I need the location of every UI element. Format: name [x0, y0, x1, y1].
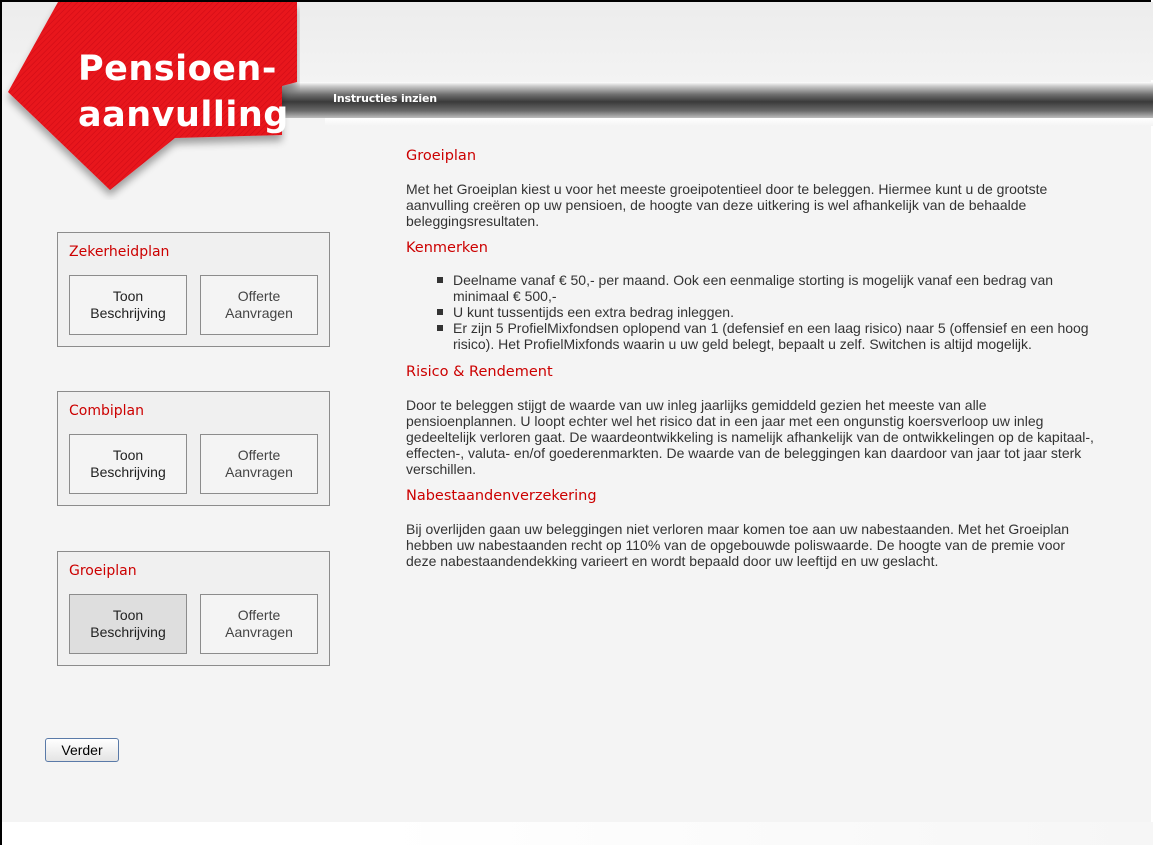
bullet-icon [437, 309, 443, 315]
header-bar [170, 82, 1153, 118]
header-underline [325, 118, 1153, 126]
logo-line-1: Pensioen- [78, 49, 277, 89]
plan-title: Groeiplan [69, 563, 137, 579]
list-item: U kunt tussentijds een extra bedrag inle… [437, 304, 1096, 320]
features-list: Deelname vanaf € 50,- per maand. Ook een… [406, 272, 1096, 352]
plan-title: Zekerheidplan [69, 244, 170, 260]
logo-line-2: aanvulling [78, 95, 289, 135]
show-description-button[interactable]: Toon Beschrijving [69, 434, 187, 494]
button-label: Offerte Aanvragen [225, 288, 293, 321]
request-quote-button[interactable]: Offerte Aanvragen [200, 275, 318, 335]
plan-description: Groeiplan Met het Groeiplan kiest u voor… [406, 145, 1096, 569]
instructions-link[interactable]: Instructies inzien [333, 92, 437, 105]
logo-text: Pensioen- aanvulling [78, 46, 289, 138]
list-item: Er zijn 5 ProfielMixfondsen oplopend van… [437, 320, 1096, 352]
survivor-heading: Nabestaandenverzekering [406, 488, 597, 504]
bottom-strip [2, 822, 1153, 845]
list-item-text: Er zijn 5 ProfielMixfondsen oplopend van… [453, 320, 1089, 352]
plan-title: Combiplan [69, 403, 144, 419]
risk-text: Door te beleggen stijgt de waarde van uw… [406, 397, 1094, 477]
button-label: Toon Beschrijving [90, 607, 166, 640]
logo: Pensioen- aanvulling [0, 0, 300, 200]
show-description-button[interactable]: Toon Beschrijving [69, 275, 187, 335]
list-item-text: Deelname vanaf € 50,- per maand. Ook een… [453, 272, 1054, 304]
list-item: Deelname vanaf € 50,- per maand. Ook een… [437, 272, 1096, 304]
request-quote-button[interactable]: Offerte Aanvragen [200, 434, 318, 494]
list-item-text: U kunt tussentijds een extra bedrag inle… [453, 304, 734, 320]
request-quote-button[interactable]: Offerte Aanvragen [200, 594, 318, 654]
bullet-icon [437, 277, 443, 283]
show-description-button[interactable]: Toon Beschrijving [69, 594, 187, 654]
plan-card-groeiplan: Groeiplan Toon Beschrijving Offerte Aanv… [57, 551, 330, 666]
content-title: Groeiplan [406, 148, 477, 164]
button-label: Toon Beschrijving [90, 447, 166, 480]
button-label: Offerte Aanvragen [225, 447, 293, 480]
survivor-text: Bij overlijden gaan uw beleggingen niet … [406, 521, 1070, 569]
plan-card-zekerheidplan: Zekerheidplan Toon Beschrijving Offerte … [57, 232, 330, 347]
risk-heading: Risico & Rendement [406, 364, 553, 380]
next-button[interactable]: Verder [45, 738, 119, 762]
intro-text: Met het Groeiplan kiest u voor het meest… [406, 181, 1048, 229]
plan-card-combiplan: Combiplan Toon Beschrijving Offerte Aanv… [57, 391, 330, 506]
button-label: Offerte Aanvragen [225, 607, 293, 640]
features-heading: Kenmerken [406, 240, 488, 256]
bullet-icon [437, 325, 443, 331]
button-label: Toon Beschrijving [90, 288, 166, 321]
